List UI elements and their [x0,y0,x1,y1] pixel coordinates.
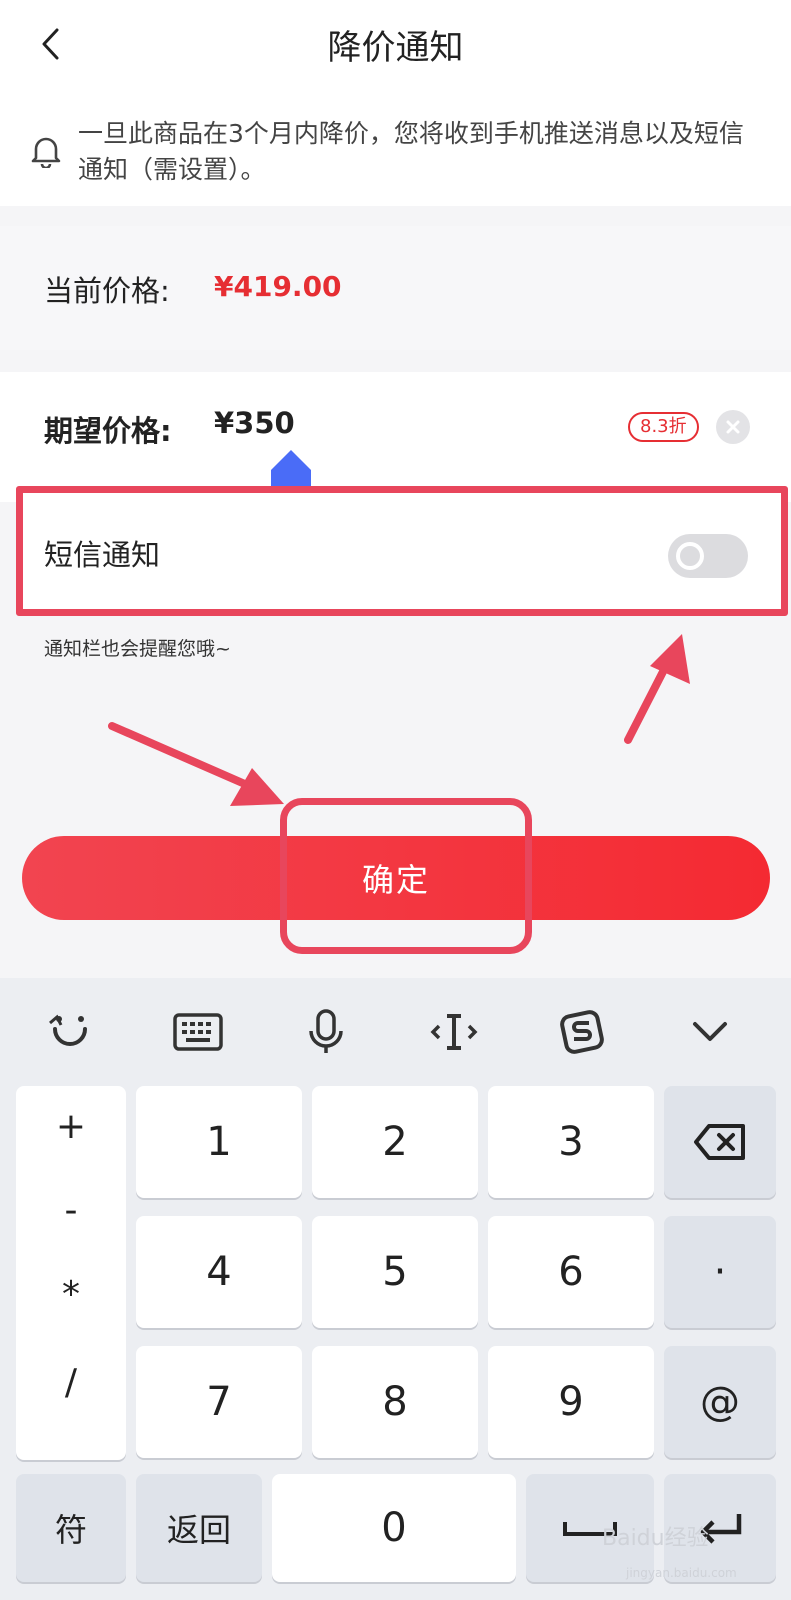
key-8[interactable]: 8 [312,1346,478,1458]
current-price-value: ¥419.00 [214,270,342,303]
keyboard-icon[interactable] [172,1006,224,1058]
current-price-label: 当前价格: [44,274,170,308]
key-3[interactable]: 3 [488,1086,654,1198]
symbol-column[interactable]: + - * / [16,1086,126,1460]
keyboard-toolbar [0,978,791,1084]
key-at[interactable]: @ [664,1346,776,1458]
key-2[interactable]: 2 [312,1086,478,1198]
annotation-box-confirm [280,798,532,954]
key-multiply[interactable]: * [16,1274,126,1315]
baidu-watermark-url: jingyan.baidu.com [626,1566,737,1580]
page-title: 降价通知 [327,28,464,68]
key-divide[interactable]: / [16,1362,126,1403]
notice-banner: 一旦此商品在3个月内降价，您将收到手机推送消息以及短信通知（需设置）。 [0,92,791,206]
discount-badge: 8.3折 [628,412,699,442]
notice-text: 一旦此商品在3个月内降价，您将收到手机推送消息以及短信通知（需设置）。 [78,119,744,184]
sms-hint-text: 通知栏也会提醒您哦~ [44,638,231,660]
text-cursor-icon[interactable] [428,1006,480,1058]
annotation-box-sms [16,486,788,616]
back-key[interactable]: 返回 [136,1474,262,1582]
key-4[interactable]: 4 [136,1216,302,1328]
annotation-arrow-right [624,634,690,744]
key-5[interactable]: 5 [312,1216,478,1328]
expected-price-input[interactable]: ¥350 [214,406,295,440]
expected-price-row[interactable]: 期望价格: ¥350 8.3折 [0,372,791,502]
sogou-logo-icon[interactable] [556,1006,608,1058]
symbols-switch-key[interactable]: 符 [16,1474,126,1582]
chevron-down-icon[interactable] [684,1006,736,1058]
bell-icon [31,137,61,168]
annotation-arrow-left [108,722,284,806]
expected-price-label: 期望价格: [44,414,172,448]
key-plus[interactable]: + [16,1106,126,1147]
close-icon [726,420,740,434]
key-1[interactable]: 1 [136,1086,302,1198]
current-price-row: 当前价格: ¥419.00 [0,226,791,350]
key-0[interactable]: 0 [272,1474,516,1582]
key-7[interactable]: 7 [136,1346,302,1458]
baidu-watermark: Baidu经验 [602,1526,709,1551]
backspace-icon [694,1124,745,1160]
key-minus[interactable]: - [16,1190,126,1231]
backspace-key[interactable] [664,1086,776,1198]
microphone-icon[interactable] [300,1006,352,1058]
emoji-face-icon[interactable] [44,1006,96,1058]
key-dot[interactable]: · [664,1216,776,1328]
clear-input-button[interactable] [716,410,750,444]
key-9[interactable]: 9 [488,1346,654,1458]
key-6[interactable]: 6 [488,1216,654,1328]
top-bar: 降价通知 [0,0,791,92]
